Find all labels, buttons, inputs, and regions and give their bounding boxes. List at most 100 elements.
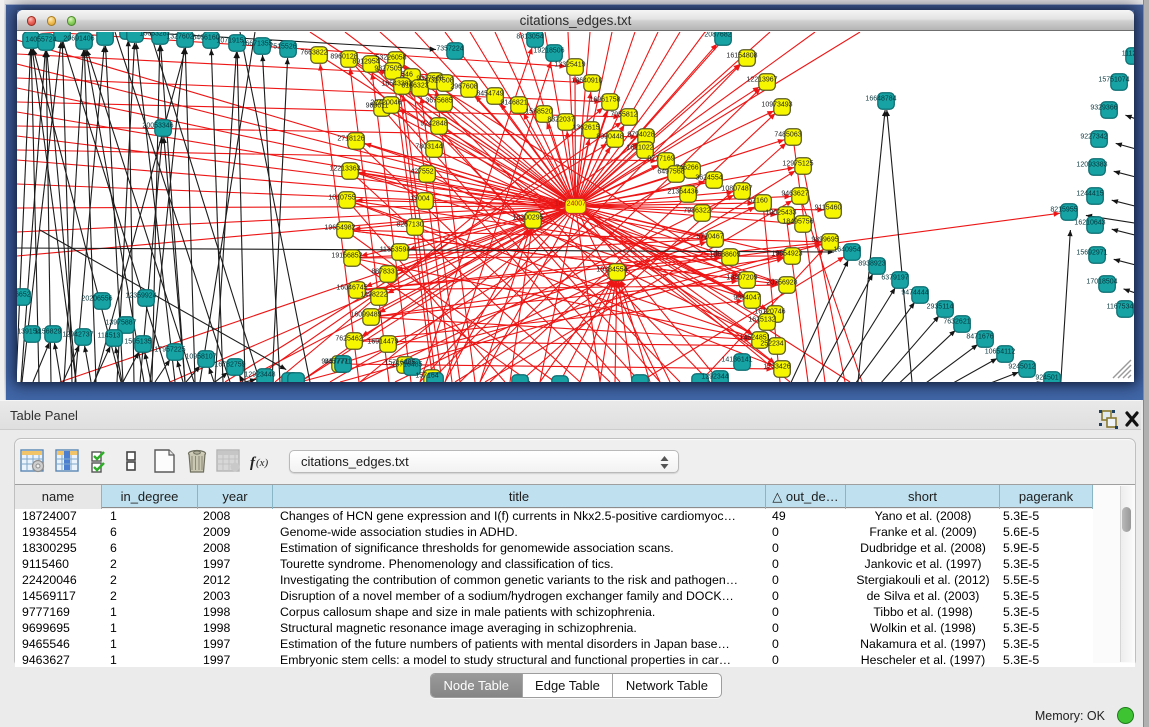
svg-text:7803144: 7803144 bbox=[415, 143, 442, 150]
svg-text:14055724: 14055724 bbox=[25, 36, 56, 43]
svg-text:7955812: 7955812 bbox=[610, 111, 637, 118]
svg-text:19384554: 19384554 bbox=[596, 266, 627, 273]
svg-text:9327505: 9327505 bbox=[374, 65, 401, 72]
svg-text:7357224: 7357224 bbox=[436, 45, 463, 52]
svg-text:18807209: 18807209 bbox=[726, 274, 757, 281]
svg-text:1167534: 1167534 bbox=[1107, 303, 1134, 310]
svg-text:10958107: 10958107 bbox=[185, 353, 216, 360]
svg-text:887833: 887833 bbox=[371, 268, 394, 275]
svg-text:252234: 252234 bbox=[760, 340, 783, 347]
svg-text:16961758: 16961758 bbox=[589, 96, 620, 103]
svg-text:8267130: 8267130 bbox=[396, 221, 423, 228]
svg-text:53226058: 53226058 bbox=[375, 54, 406, 61]
svg-text:15692971: 15692971 bbox=[1076, 249, 1107, 256]
svg-text:9146821: 9146821 bbox=[500, 99, 527, 106]
svg-text:1362615: 1362615 bbox=[572, 124, 599, 131]
svg-text:9242848: 9242848 bbox=[420, 120, 447, 127]
svg-text:7632621: 7632621 bbox=[943, 318, 970, 325]
svg-text:10973493: 10973493 bbox=[761, 101, 792, 108]
svg-text:16210643: 16210643 bbox=[1074, 219, 1105, 226]
svg-text:9794028: 9794028 bbox=[627, 131, 654, 138]
svg-text:8990448: 8990448 bbox=[596, 133, 623, 140]
svg-text:12923448: 12923448 bbox=[244, 371, 275, 378]
svg-text:13975887: 13975887 bbox=[105, 319, 136, 326]
svg-text:10688609: 10688609 bbox=[709, 251, 740, 258]
svg-text:62160: 62160 bbox=[748, 197, 768, 204]
svg-text:10807487: 10807487 bbox=[721, 185, 752, 192]
svg-text:19218506: 19218506 bbox=[533, 47, 564, 54]
svg-text:2718126: 2718126 bbox=[337, 135, 364, 142]
svg-text:17004: 17004 bbox=[410, 195, 430, 202]
svg-text:1292344: 1292344 bbox=[701, 373, 728, 380]
svg-text:7485063: 7485063 bbox=[774, 131, 801, 138]
svg-text:7515526: 7515526 bbox=[269, 43, 296, 50]
svg-text:19166852: 19166852 bbox=[331, 252, 362, 259]
svg-text:924501: 924501 bbox=[1035, 374, 1058, 381]
svg-text:8938923: 8938923 bbox=[858, 260, 885, 267]
svg-text:1733426: 1733426 bbox=[763, 363, 790, 370]
svg-text:9474444: 9474444 bbox=[901, 289, 928, 296]
svg-text:546: 546 bbox=[401, 71, 413, 78]
svg-text:746266: 746266 bbox=[675, 164, 698, 171]
svg-text:1588520: 1588520 bbox=[525, 108, 552, 115]
svg-text:8454749: 8454749 bbox=[476, 90, 503, 97]
svg-text:9777169: 9777169 bbox=[647, 155, 674, 162]
svg-text:10654112: 10654112 bbox=[985, 348, 1016, 355]
svg-text:18300295: 18300295 bbox=[512, 214, 543, 221]
svg-text:16671355: 16671355 bbox=[241, 40, 272, 47]
svg-text:1498222: 1498222 bbox=[360, 291, 387, 298]
svg-text:20691406: 20691406 bbox=[63, 35, 94, 42]
svg-text:7663822: 7663822 bbox=[300, 49, 327, 56]
svg-text:19654923: 19654923 bbox=[771, 250, 802, 257]
svg-text:18724007: 18724007 bbox=[555, 200, 586, 207]
svg-text:10025433: 10025433 bbox=[765, 209, 796, 216]
svg-text:12975125: 12975125 bbox=[782, 160, 813, 167]
svg-text:16120746: 16120746 bbox=[754, 308, 785, 315]
svg-text:12213967: 12213967 bbox=[746, 76, 777, 83]
svg-text:1112: 1112 bbox=[1122, 50, 1134, 57]
svg-text:15751074: 15751074 bbox=[1098, 76, 1129, 83]
svg-text:12942737: 12942737 bbox=[62, 331, 93, 338]
svg-text:15716485: 15716485 bbox=[391, 361, 422, 368]
svg-text:17957225: 17957225 bbox=[154, 346, 185, 353]
svg-text:2626652: 2626652 bbox=[17, 291, 31, 298]
svg-text:157164: 157164 bbox=[415, 372, 438, 379]
svg-text:9899695: 9899695 bbox=[811, 236, 838, 243]
svg-text:8186323: 8186323 bbox=[401, 82, 428, 89]
svg-text:2935114: 2935114 bbox=[927, 303, 954, 310]
svg-text:16648784: 16648784 bbox=[865, 95, 896, 102]
svg-text:8322037: 8322037 bbox=[547, 116, 574, 123]
svg-text:11353594: 11353594 bbox=[380, 246, 411, 253]
svg-text:12359924: 12359924 bbox=[125, 292, 156, 299]
svg-text:427552: 427552 bbox=[410, 168, 433, 175]
svg-text:7625462: 7625462 bbox=[335, 335, 362, 342]
svg-text:8813054: 8813054 bbox=[516, 33, 543, 40]
svg-text:18495756: 18495756 bbox=[782, 218, 813, 225]
svg-text:1244415: 1244415 bbox=[1076, 190, 1103, 197]
svg-text:16099489: 16099489 bbox=[350, 311, 381, 318]
svg-text:9227342: 9227342 bbox=[1080, 133, 1107, 140]
svg-text:2087682: 2087682 bbox=[704, 32, 731, 38]
svg-text:1327602: 1327602 bbox=[166, 33, 193, 40]
svg-text:9115460: 9115460 bbox=[815, 204, 842, 211]
svg-text:7986322: 7986322 bbox=[683, 207, 710, 214]
svg-text:17018504: 17018504 bbox=[1086, 278, 1117, 285]
svg-text:6379197: 6379197 bbox=[881, 274, 908, 281]
svg-text:18640910: 18640910 bbox=[571, 77, 602, 84]
svg-text:(x): (x) bbox=[256, 457, 269, 469]
svg-text:1615132: 1615132 bbox=[748, 316, 775, 323]
svg-text:9463627: 9463627 bbox=[781, 190, 808, 197]
svg-text:1640954: 1640954 bbox=[833, 246, 860, 253]
svg-text:16914479: 16914479 bbox=[367, 338, 398, 345]
svg-text:14136141: 14136141 bbox=[721, 356, 752, 363]
svg-text:20206556: 20206556 bbox=[81, 295, 112, 302]
svg-text:3624554: 3624554 bbox=[695, 174, 722, 181]
svg-text:3675685: 3675685 bbox=[425, 97, 452, 104]
svg-text:1505135: 1505135 bbox=[124, 338, 151, 345]
svg-text:1156829: 1156829 bbox=[35, 328, 62, 335]
svg-text:8471676: 8471676 bbox=[966, 333, 993, 340]
svg-text:20053346: 20053346 bbox=[142, 122, 173, 129]
svg-text:8215955: 8215955 bbox=[1050, 206, 1077, 213]
svg-text:16046745: 16046745 bbox=[336, 284, 367, 291]
svg-text:12213363: 12213363 bbox=[329, 165, 360, 172]
